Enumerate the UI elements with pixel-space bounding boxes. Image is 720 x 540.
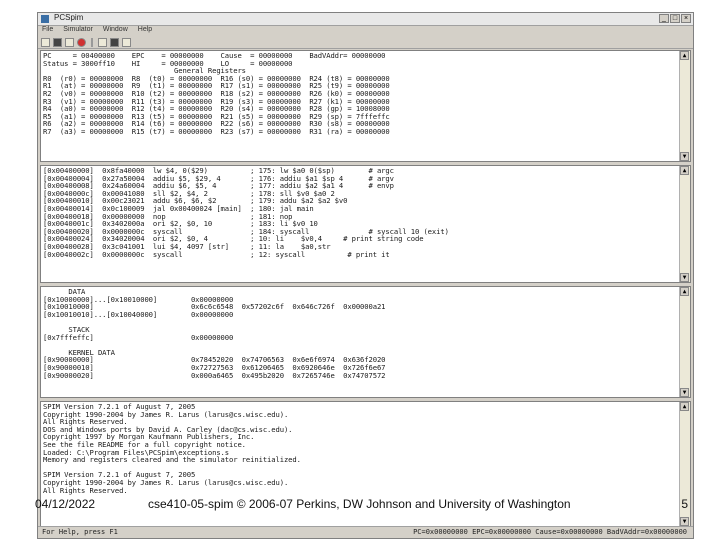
- registers-scrollbar[interactable]: ▲ ▼: [679, 51, 690, 161]
- help-icon[interactable]: [122, 37, 131, 47]
- stop-icon[interactable]: [77, 37, 86, 47]
- slide-footer: 04/12/2022 cse410-05-spim © 2006-07 Perk…: [0, 494, 720, 514]
- text-segment-scrollbar[interactable]: ▲ ▼: [679, 166, 690, 282]
- messages-text: SPIM Version 7.2.1 of August 7, 2005 Cop…: [43, 402, 301, 495]
- menu-simulator[interactable]: Simulator: [63, 25, 93, 35]
- toolbar: [38, 36, 693, 49]
- save-icon[interactable]: [53, 37, 62, 47]
- data-segment-pane[interactable]: DATA [0x10000000]...[0x10010000] 0x00000…: [40, 286, 691, 398]
- close-button[interactable]: ×: [681, 14, 691, 23]
- scroll-up-icon[interactable]: ▲: [680, 51, 689, 60]
- scroll-down-icon[interactable]: ▼: [680, 517, 689, 526]
- menu-file[interactable]: File: [42, 25, 53, 35]
- registers-text: PC = 00400000 EPC = 00000000 Cause = 000…: [43, 51, 390, 136]
- toolbar-separator: [91, 37, 93, 47]
- menu-window[interactable]: Window: [103, 25, 128, 35]
- scroll-down-icon[interactable]: ▼: [680, 273, 689, 282]
- scroll-up-icon[interactable]: ▲: [680, 166, 689, 175]
- app-icon: [41, 15, 49, 23]
- print-icon[interactable]: [65, 37, 74, 47]
- data-segment-scrollbar[interactable]: ▲ ▼: [679, 287, 690, 397]
- registers-pane[interactable]: PC = 00400000 EPC = 00000000 Cause = 000…: [40, 50, 691, 162]
- scroll-up-icon[interactable]: ▲: [680, 402, 689, 411]
- status-bar: For Help, press F1 PC=0x00000000 EPC=0x0…: [38, 526, 693, 538]
- window-title: PCSpim: [54, 13, 84, 22]
- scroll-up-icon[interactable]: ▲: [680, 287, 689, 296]
- slide-credit: cse410-05-spim © 2006-07 Perkins, DW Joh…: [148, 497, 571, 511]
- status-help-text: For Help, press F1: [42, 528, 118, 536]
- text-segment-pane[interactable]: [0x00400000] 0x8fa40000 lw $4, 0($29) ; …: [40, 165, 691, 283]
- menu-help[interactable]: Help: [138, 25, 152, 35]
- status-registers-text: PC=0x00000000 EPC=0x00000000 Cause=0x000…: [413, 528, 687, 536]
- go-icon[interactable]: [98, 37, 107, 47]
- maximize-button[interactable]: □: [670, 14, 680, 23]
- breakpoint-icon[interactable]: [110, 37, 119, 47]
- slide-date: 04/12/2022: [35, 497, 96, 511]
- window-controls: _ □ ×: [659, 14, 691, 23]
- slide-page-number: 5: [681, 497, 688, 511]
- scroll-down-icon[interactable]: ▼: [680, 388, 689, 397]
- pcspim-window: PCSpim _ □ × File Simulator Window Help …: [37, 12, 694, 539]
- open-file-icon[interactable]: [41, 37, 50, 47]
- data-segment-text: DATA [0x10000000]...[0x10010000] 0x00000…: [43, 287, 386, 380]
- minimize-button[interactable]: _: [659, 14, 669, 23]
- scroll-down-icon[interactable]: ▼: [680, 152, 689, 161]
- text-segment-text: [0x00400000] 0x8fa40000 lw $4, 0($29) ; …: [43, 166, 449, 259]
- menu-bar: File Simulator Window Help: [38, 25, 693, 35]
